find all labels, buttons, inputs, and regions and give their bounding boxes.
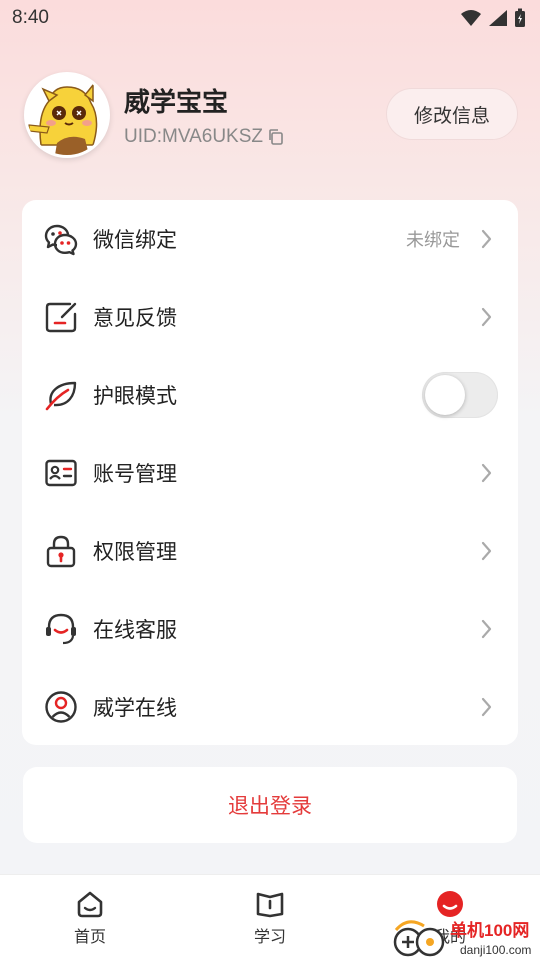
nav-label: 首页 bbox=[73, 927, 106, 946]
logout-button[interactable]: 退出登录 bbox=[23, 767, 517, 843]
menu-label: 意见反馈 bbox=[93, 306, 177, 330]
chevron-right-icon bbox=[481, 619, 492, 639]
home-icon bbox=[77, 891, 103, 918]
wifi-icon bbox=[461, 10, 481, 26]
menu-item-permission-management[interactable]: 权限管理 bbox=[22, 512, 518, 590]
uid-text: UID:MVA6UKSZ bbox=[124, 126, 264, 147]
menu-label: 护眼模式 bbox=[93, 384, 177, 408]
status-time: 8:40 bbox=[12, 7, 49, 28]
menu-label: 威学在线 bbox=[93, 696, 177, 720]
menu-label: 账号管理 bbox=[93, 462, 177, 486]
wechat-status-value: 未绑定 bbox=[406, 230, 460, 251]
nav-item-study[interactable]: 学习 bbox=[230, 889, 310, 953]
user-circle-icon bbox=[45, 691, 77, 723]
nav-item-home[interactable]: 首页 bbox=[50, 889, 130, 953]
toggle-knob bbox=[425, 375, 465, 415]
eye-protection-toggle[interactable] bbox=[422, 372, 498, 418]
signal-icon bbox=[489, 10, 507, 26]
chevron-right-icon bbox=[481, 697, 492, 717]
edit-profile-button[interactable]: 修改信息 bbox=[386, 88, 518, 140]
avatar[interactable] bbox=[24, 72, 110, 158]
feedback-icon bbox=[45, 302, 77, 333]
watermark-logo: 单机100网 danji100.com bbox=[390, 912, 540, 960]
profile-header: 威学宝宝 UID:MVA6UKSZ 修改信息 bbox=[24, 70, 518, 160]
status-bar: 8:40 bbox=[0, 0, 540, 36]
menu-item-account-management[interactable]: 账号管理 bbox=[22, 434, 518, 512]
nav-label: 学习 bbox=[253, 927, 286, 946]
status-icons bbox=[460, 8, 526, 28]
menu-label: 权限管理 bbox=[93, 540, 177, 564]
menu-item-feedback[interactable]: 意见反馈 bbox=[22, 278, 518, 356]
copy-icon[interactable] bbox=[267, 128, 285, 146]
battery-icon bbox=[515, 8, 525, 27]
menu-item-wechat-binding[interactable]: 微信绑定 未绑定 bbox=[22, 200, 518, 278]
mascot-avatar-image bbox=[27, 75, 107, 155]
menu-label: 在线客服 bbox=[93, 618, 177, 642]
watermark-url: danji100.com bbox=[460, 943, 531, 957]
menu-item-eye-protection: 护眼模式 bbox=[22, 356, 518, 434]
username: 威学宝宝 bbox=[124, 88, 229, 118]
wechat-icon bbox=[44, 224, 78, 256]
uid-row: UID:MVA6UKSZ bbox=[124, 126, 285, 148]
leaf-icon bbox=[45, 381, 77, 411]
menu-item-online-support[interactable]: 在线客服 bbox=[22, 590, 518, 668]
chevron-right-icon bbox=[481, 229, 492, 249]
settings-menu: 微信绑定 未绑定 意见反馈 护眼模式 账号管理 权限管理 在线客服 威学在线 bbox=[22, 200, 518, 745]
lock-icon bbox=[46, 535, 76, 568]
headset-icon bbox=[46, 613, 76, 645]
book-icon bbox=[256, 892, 284, 918]
watermark-logo-image: 单机100网 danji100.com bbox=[393, 920, 531, 957]
chevron-right-icon bbox=[481, 541, 492, 561]
id-card-icon bbox=[45, 459, 77, 487]
watermark-text: 单机100网 bbox=[450, 920, 529, 940]
chevron-right-icon bbox=[481, 307, 492, 327]
chevron-right-icon bbox=[481, 463, 492, 483]
menu-label: 微信绑定 bbox=[93, 228, 177, 252]
menu-item-weixue-online[interactable]: 威学在线 bbox=[22, 668, 518, 746]
